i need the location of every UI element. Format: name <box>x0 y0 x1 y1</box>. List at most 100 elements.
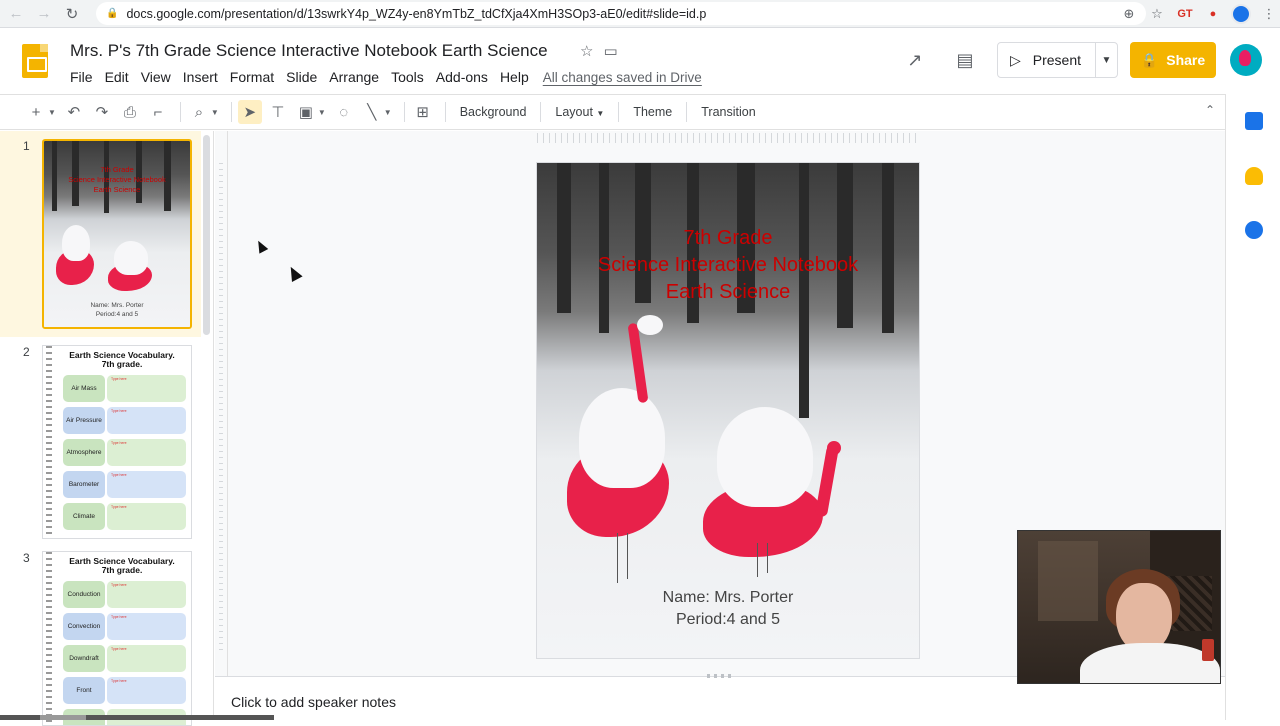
layout-caret-icon: ▼ <box>596 109 605 118</box>
menu-edit[interactable]: Edit <box>99 68 135 86</box>
def-placeholder: Type here <box>111 647 127 651</box>
line-caret-icon[interactable]: ▼ <box>384 108 392 117</box>
menu-view[interactable]: View <box>135 68 177 86</box>
vocab-term: Climate <box>63 503 105 530</box>
image-icon[interactable]: ▣ <box>294 100 318 124</box>
slides-logo-icon[interactable] <box>22 44 48 78</box>
menu-help[interactable]: Help <box>494 68 535 86</box>
theme-button[interactable]: Theme <box>625 105 680 119</box>
select-cursor-icon[interactable]: ➤ <box>237 100 262 124</box>
slide-name-textbox[interactable]: Name: Mrs. Porter Period:4 and 5 <box>537 587 919 631</box>
menu-tools[interactable]: Tools <box>385 68 430 86</box>
vocab-term: Downdraft <box>63 645 105 672</box>
menu-format[interactable]: Format <box>224 68 280 86</box>
vocab-term: Front <box>63 677 105 704</box>
thumb-title-line-2: Science Interactive Notebook <box>68 175 166 184</box>
paint-format-icon[interactable]: ⌐ <box>146 100 170 124</box>
menu-slide[interactable]: Slide <box>280 68 323 86</box>
redo-icon[interactable]: ↷ <box>90 100 114 124</box>
def-placeholder: Type here <box>111 679 127 683</box>
save-status[interactable]: All changes saved in Drive <box>543 70 702 85</box>
slide-title-textbox[interactable]: 7th Grade Science Interactive Notebook E… <box>537 225 919 306</box>
present-label: Present <box>1032 52 1081 68</box>
address-bar[interactable]: 🔒 docs.google.com/presentation/d/13swrkY… <box>96 2 1146 25</box>
profile-avatar-icon[interactable] <box>1230 3 1252 25</box>
account-avatar[interactable] <box>1230 44 1262 76</box>
editing-toolbar: + ▼ ↶ ↷ ⎙ ⌐ ⌕ ▼ ➤ ⊤ ▣ ▼ ◌ ╲ ▼ ⊞ Backgrou… <box>0 94 1225 130</box>
document-title[interactable]: Mrs. P's 7th Grade Science Interactive N… <box>70 41 548 61</box>
move-to-folder-icon[interactable]: ▭ <box>603 42 617 60</box>
present-button[interactable]: ▷ Present ▼ <box>996 42 1118 78</box>
lock-icon: 🔒 <box>1140 51 1159 68</box>
slide-thumbnail-2[interactable]: Earth Science Vocabulary. 7th grade. Air… <box>42 345 192 539</box>
slide-number: 2 <box>23 345 30 359</box>
speaker-notes-placeholder: Click to add speaker notes <box>231 694 396 710</box>
notes-resize-handle[interactable] <box>707 674 731 678</box>
layout-button[interactable]: Layout ▼ <box>547 105 612 119</box>
menu-file[interactable]: File <box>64 68 99 86</box>
def-placeholder: Type here <box>111 615 127 619</box>
layout-label: Layout <box>555 105 593 119</box>
new-slide-caret-icon[interactable]: ▼ <box>48 108 56 117</box>
vocab-row: Conduction Type here <box>63 581 186 608</box>
vocab-subtitle: 7th grade. <box>101 565 143 575</box>
calendar-icon[interactable] <box>1245 112 1263 130</box>
text-box-icon[interactable]: ⊤ <box>266 100 290 124</box>
slide-title-line-3: Earth Science <box>665 281 791 303</box>
vocab-row: Climate Type here <box>63 503 186 530</box>
line-icon[interactable]: ╲ <box>360 100 384 124</box>
slide-number: 1 <box>23 139 30 153</box>
shape-icon[interactable]: ◌ <box>332 100 356 124</box>
collapse-chevron-icon[interactable]: ⌃ <box>1205 103 1215 117</box>
def-placeholder: Type here <box>111 377 127 381</box>
star-icon[interactable]: ☆ <box>580 42 593 60</box>
zoom-icon[interactable]: ⌕ <box>187 100 211 124</box>
def-placeholder: Type here <box>111 409 127 413</box>
share-button[interactable]: 🔒 Share <box>1130 42 1216 78</box>
thumb-title-line-3: Earth Science <box>93 185 141 194</box>
back-arrow-icon[interactable]: ← <box>4 2 28 26</box>
vocab-row: Air Pressure Type here <box>63 407 186 434</box>
def-placeholder: Type here <box>111 583 127 587</box>
slide-period-line: Period:4 and 5 <box>675 611 781 628</box>
slide-title-line-1: 7th Grade <box>683 227 773 249</box>
current-slide[interactable]: 7th Grade Science Interactive Notebook E… <box>536 162 920 659</box>
filmstrip-scrollbar[interactable] <box>203 135 210 335</box>
reload-icon[interactable]: ↻ <box>60 2 84 26</box>
def-placeholder: Type here <box>111 441 127 445</box>
zoom-caret-icon[interactable]: ▼ <box>211 108 219 117</box>
image-caret-icon[interactable]: ▼ <box>318 108 326 117</box>
activity-trend-icon[interactable]: ↗ <box>897 42 933 78</box>
extension-icon[interactable]: ● <box>1202 3 1224 25</box>
vocab-term: Convection <box>63 613 105 640</box>
present-play-icon: ▷ <box>1009 51 1021 68</box>
vocab-row: Barometer Type here <box>63 471 186 498</box>
present-dropdown-icon[interactable]: ▼ <box>1095 43 1117 77</box>
slide-title-line-2: Science Interactive Notebook <box>597 254 859 276</box>
menu-add-ons[interactable]: Add-ons <box>430 68 494 86</box>
slide-thumbnail-3[interactable]: Earth Science Vocabulary. 7th grade. Con… <box>42 551 192 726</box>
background-button[interactable]: Background <box>452 105 535 119</box>
def-placeholder: Type here <box>111 473 127 477</box>
forward-arrow-icon[interactable]: → <box>32 2 56 26</box>
vocab-term: Barometer <box>63 471 105 498</box>
keep-icon[interactable] <box>1245 167 1263 185</box>
chrome-menu-icon[interactable]: ⋮ <box>1258 3 1280 25</box>
new-slide-plus-icon[interactable]: + <box>24 100 48 124</box>
menu-arrange[interactable]: Arrange <box>323 68 385 86</box>
zoom-icon[interactable]: ⊕ <box>1118 3 1140 25</box>
print-icon[interactable]: ⎙ <box>118 100 142 124</box>
undo-icon[interactable]: ↶ <box>62 100 86 124</box>
video-progress-bar <box>0 715 274 720</box>
menu-bar: File Edit View Insert Format Slide Arran… <box>64 68 702 86</box>
comments-icon[interactable]: ▤ <box>947 42 983 78</box>
menu-insert[interactable]: Insert <box>177 68 224 86</box>
insert-comment-icon[interactable]: ⊞ <box>411 100 435 124</box>
vocab-subtitle: 7th grade. <box>101 359 143 369</box>
bookmark-star-icon[interactable]: ☆ <box>1146 3 1168 25</box>
translate-extension-icon[interactable]: GT <box>1174 3 1196 25</box>
tasks-icon[interactable] <box>1245 221 1263 239</box>
slide-thumbnail-1[interactable]: 7th Grade Science Interactive Notebook E… <box>42 139 192 329</box>
vocab-row: Atmosphere Type here <box>63 439 186 466</box>
transition-button[interactable]: Transition <box>693 105 763 119</box>
